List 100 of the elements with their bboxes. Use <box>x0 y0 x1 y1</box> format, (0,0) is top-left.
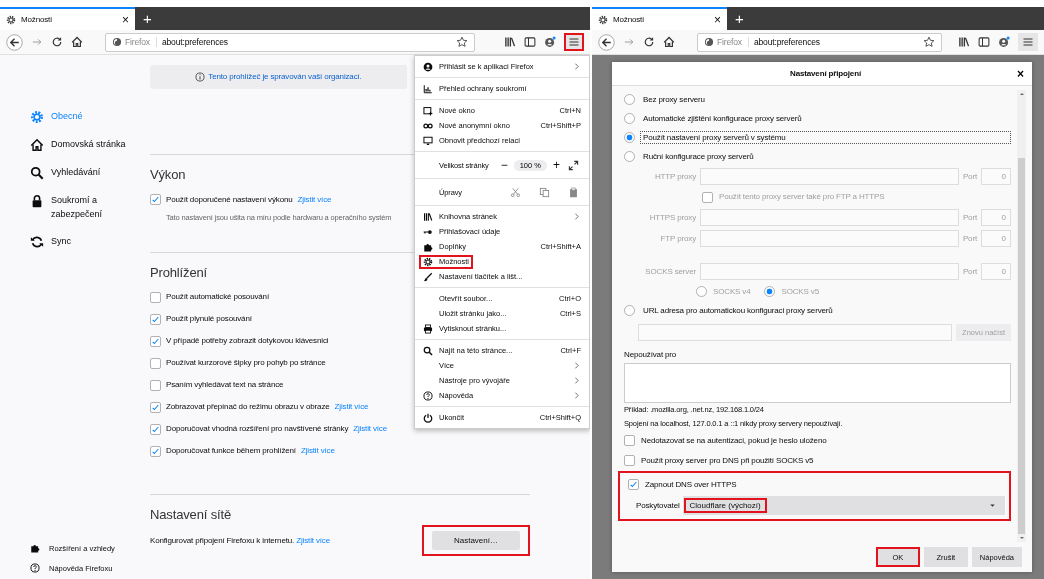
sidebar-item[interactable]: Sync <box>30 235 150 249</box>
field-label: HTTPS proxy <box>648 212 696 223</box>
settings-button[interactable]: Nastavení… <box>431 530 520 551</box>
tab-close-button[interactable]: × <box>122 13 129 26</box>
checkbox[interactable] <box>624 435 635 447</box>
field-label: Port <box>962 233 977 244</box>
radio-label: Ruční konfigurace proxy serverů <box>642 150 755 163</box>
back-icon[interactable] <box>6 33 23 51</box>
learn-more-link[interactable]: Zjistit více <box>297 194 332 205</box>
checkbox[interactable] <box>150 313 161 325</box>
option-label: Doporučovat vhodná rozšíření pro navštívené stránky <box>166 424 349 434</box>
field-label: SOCKS server <box>644 266 696 277</box>
bookmark-star-icon[interactable] <box>456 36 468 48</box>
account-icon[interactable] <box>544 36 556 48</box>
tab-close-button[interactable]: × <box>714 13 721 26</box>
sidebar-icon[interactable] <box>978 36 990 48</box>
settings-icon <box>6 14 16 25</box>
help-icon <box>30 563 40 573</box>
sidebar-icon[interactable] <box>524 36 536 48</box>
radio-label: SOCKS v5 <box>781 286 819 297</box>
dialog-title: Nastavení připojení <box>789 68 862 79</box>
help-icon <box>423 390 433 401</box>
home-icon <box>30 138 44 152</box>
radio-button[interactable] <box>624 132 635 143</box>
radio-label: Automatické zjištění konfigurace proxy serverů <box>642 112 803 125</box>
restore-icon <box>423 135 433 146</box>
forward-icon[interactable] <box>31 36 43 48</box>
checkbox[interactable] <box>628 479 639 491</box>
checkbox[interactable] <box>150 379 161 391</box>
home-icon[interactable] <box>663 36 675 48</box>
checkbox-label: Zapnout DNS over HTTPS <box>645 479 737 490</box>
checkbox[interactable] <box>150 423 161 435</box>
info-banner: Tento prohlížeč je spravován vaší organizací. <box>150 65 407 89</box>
cut-icon[interactable] <box>510 186 521 198</box>
browser-name: Firefox <box>717 36 742 48</box>
provider-select[interactable]: Cloudflare (výchozí) <box>682 496 1005 516</box>
new-tab-button[interactable]: + <box>727 7 752 30</box>
power-icon <box>423 412 433 423</box>
exceptions-field[interactable] <box>624 362 1011 403</box>
option-label: Zobrazovat přepínač do režimu obrazu v obraze <box>166 402 330 412</box>
account-icon[interactable] <box>998 36 1010 48</box>
menu-icon <box>568 36 580 48</box>
sidebar-item[interactable]: Vyhledávání <box>30 166 150 180</box>
fullscreen-icon[interactable] <box>568 159 579 171</box>
zoom-in-button[interactable]: + <box>551 159 562 171</box>
copy-icon[interactable] <box>539 186 550 198</box>
settings-icon <box>30 110 44 124</box>
learn-more-link[interactable]: Zjistit více <box>300 446 335 456</box>
library-icon[interactable] <box>504 36 516 48</box>
radio-button[interactable] <box>624 113 635 124</box>
radio-button[interactable] <box>624 151 635 162</box>
library-icon[interactable] <box>958 36 970 48</box>
settings-icon <box>598 14 608 25</box>
lock-icon <box>30 194 44 208</box>
field-label: Poskytovatel <box>636 500 680 511</box>
field-label: Port <box>962 212 977 223</box>
checkbox[interactable] <box>150 194 161 206</box>
reload-icon[interactable] <box>51 36 63 48</box>
reload-icon[interactable] <box>643 36 655 48</box>
section-heading: Nastavení sítě <box>150 507 231 523</box>
paste-icon[interactable] <box>568 186 579 198</box>
radio-button[interactable] <box>624 94 635 105</box>
account-icon <box>423 61 433 72</box>
bookmark-star-icon[interactable] <box>923 36 935 48</box>
scrollbar[interactable] <box>1017 90 1026 542</box>
menu-button[interactable] <box>1018 33 1038 51</box>
checkbox-label: Použít tento proxy server také pro FTP a HTTPS <box>719 192 885 202</box>
checkbox[interactable] <box>150 401 161 413</box>
field-label: HTTP proxy <box>653 171 696 182</box>
address-bar[interactable]: Firefox about:preferences <box>697 32 942 52</box>
description-text: Konfigurovat připojení Firefoxu k internetu. Zjistit více <box>150 535 330 546</box>
url-text: about:preferences <box>161 36 228 48</box>
browser-tab[interactable]: Možnosti × <box>592 7 727 30</box>
sync-icon <box>30 235 44 249</box>
learn-more-link[interactable]: Zjistit více <box>296 535 330 545</box>
search-icon <box>423 345 433 356</box>
brush-icon <box>423 271 433 282</box>
address-bar[interactable]: Firefox about:preferences <box>105 32 475 52</box>
checkbox[interactable] <box>150 335 161 347</box>
sidebar-item[interactable]: Domovská stránka <box>30 138 150 152</box>
back-icon[interactable] <box>598 33 615 51</box>
checkbox[interactable] <box>624 455 635 467</box>
menu-button[interactable] <box>564 33 584 51</box>
checkbox[interactable] <box>150 357 161 369</box>
logo-icon <box>704 37 714 47</box>
home-icon[interactable] <box>71 36 83 48</box>
close-button[interactable]: × <box>1017 67 1024 80</box>
sidebar-item[interactable]: Obecné <box>30 110 150 124</box>
forward-icon[interactable] <box>623 36 635 48</box>
sidebar-item[interactable]: Soukromí a zabezpečení <box>30 194 150 221</box>
learn-more-link[interactable]: Zjistit více <box>353 424 387 434</box>
zoom-out-button[interactable]: − <box>498 159 510 171</box>
field-label: Port <box>962 266 977 277</box>
browser-tab[interactable]: Možnosti × <box>0 7 135 30</box>
checkbox[interactable] <box>150 291 161 303</box>
checkbox[interactable] <box>150 445 161 457</box>
browser-name: Firefox <box>125 36 150 48</box>
new-tab-button[interactable]: + <box>135 7 160 30</box>
learn-more-link[interactable]: Zjistit více <box>334 402 369 412</box>
printer-icon <box>423 323 433 334</box>
